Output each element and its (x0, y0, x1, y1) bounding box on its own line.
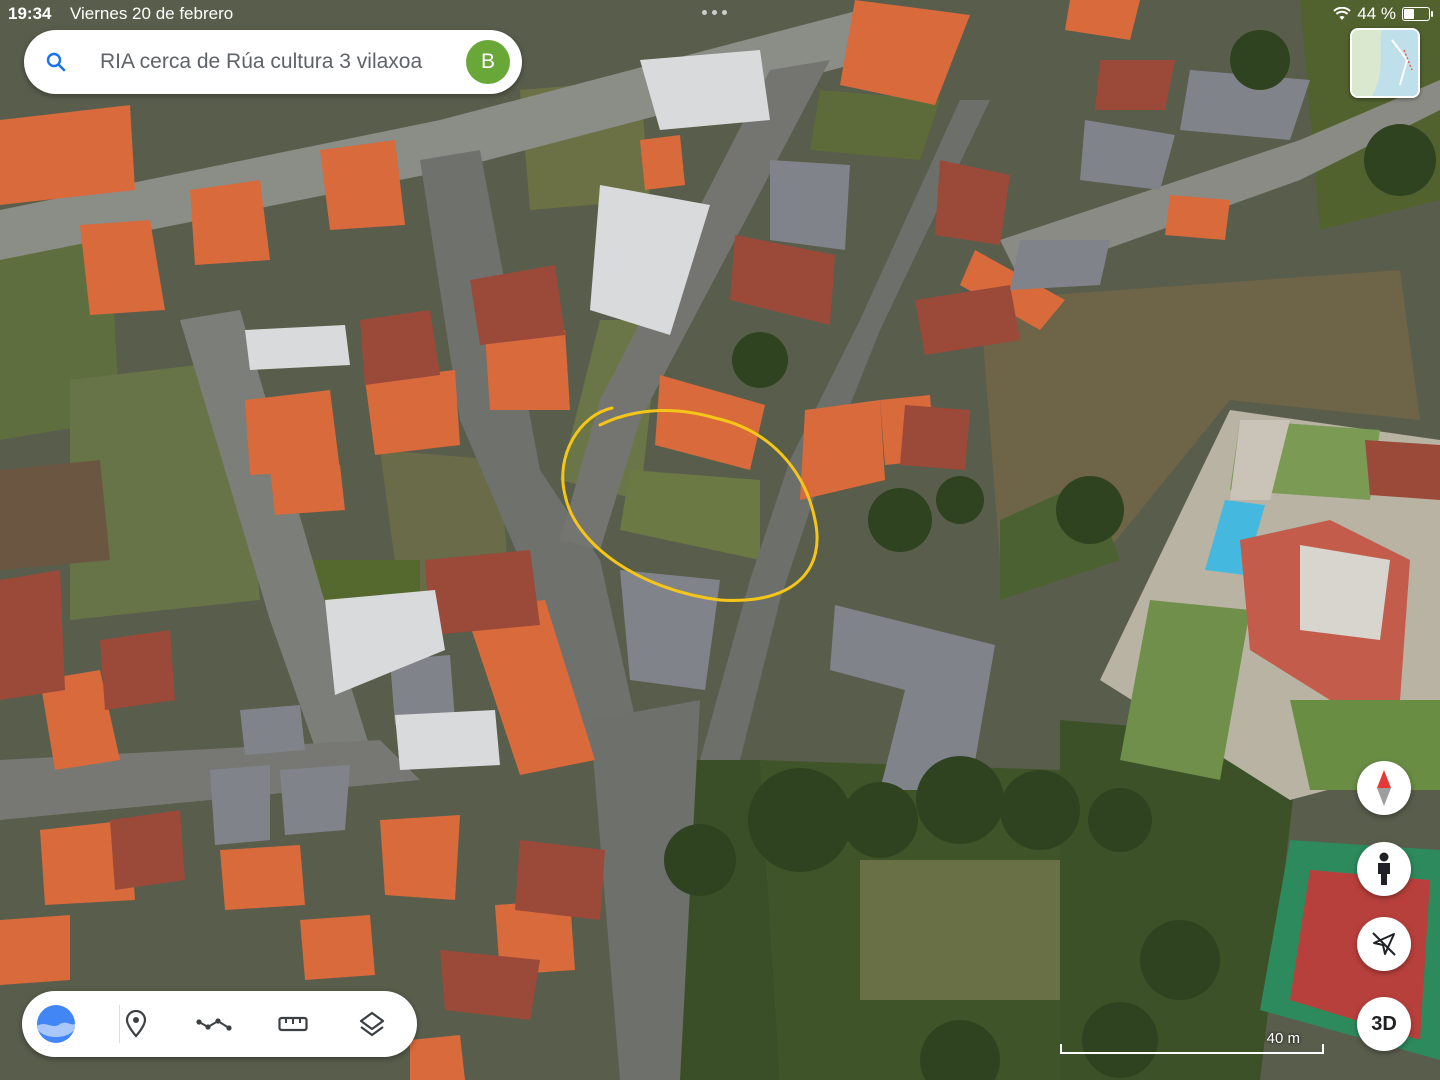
layers-icon (359, 1011, 385, 1037)
add-placemark-button[interactable] (116, 1004, 156, 1044)
bottom-toolbar (22, 991, 417, 1057)
earth-button[interactable] (36, 1004, 76, 1044)
satellite-map[interactable] (0, 0, 1440, 1080)
battery-percent: 44 % (1357, 4, 1396, 23)
scale-line (1060, 1044, 1324, 1054)
ruler-icon (278, 1016, 308, 1032)
status-indicators: 44 % (1333, 4, 1433, 24)
measure-button[interactable] (273, 1004, 313, 1044)
view-3d-button[interactable]: 3D (1357, 997, 1411, 1051)
battery-icon (1402, 7, 1433, 21)
my-location-button[interactable] (1357, 917, 1411, 971)
layers-button[interactable] (352, 1004, 392, 1044)
compass-button[interactable] (1357, 761, 1411, 815)
wifi-icon (1333, 7, 1351, 20)
status-date: Viernes 20 de febrero (70, 4, 234, 23)
map-style-thumbnail[interactable] (1350, 28, 1420, 98)
search-query[interactable]: RIA cerca de Rúa cultura 3 vilaxoa (100, 50, 456, 74)
path-icon (196, 1018, 232, 1031)
compass-icon (1377, 770, 1391, 806)
street-view-button[interactable] (1357, 842, 1411, 896)
status-time: 19:34 (8, 4, 52, 23)
search-icon[interactable] (36, 42, 76, 82)
scale-bar: 40 m (1060, 1030, 1324, 1056)
search-bar[interactable]: RIA cerca de Rúa cultura 3 vilaxoa B (24, 30, 522, 94)
pin-icon (125, 1010, 147, 1038)
add-path-button[interactable] (194, 1004, 234, 1044)
earth-icon (37, 1005, 75, 1043)
pegman-icon (1378, 852, 1390, 885)
location-off-icon (1372, 932, 1396, 956)
account-avatar[interactable]: B (466, 40, 510, 84)
status-bar: 19:34 Viernes 20 de febrero 44 % (0, 0, 1440, 28)
multitasking-dots[interactable] (702, 10, 727, 15)
